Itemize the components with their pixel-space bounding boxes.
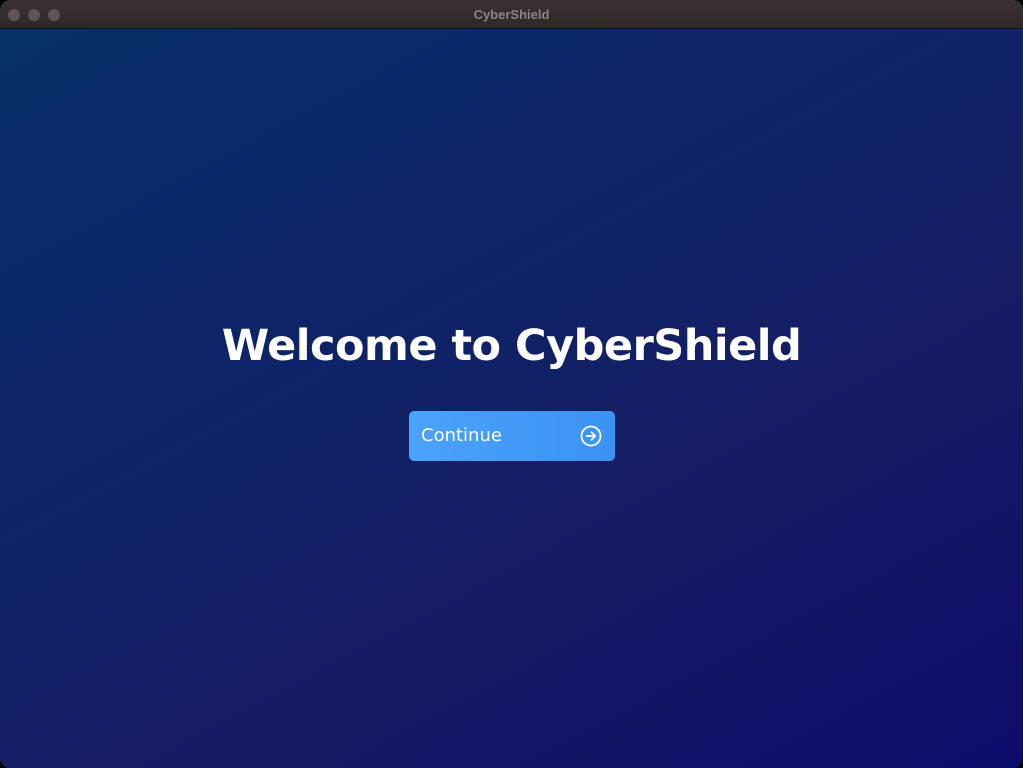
welcome-screen: Welcome to CyberShield Continue (0, 29, 1023, 768)
window-title: CyberShield (473, 7, 550, 22)
welcome-heading: Welcome to CyberShield (221, 321, 802, 371)
continue-button[interactable]: Continue (409, 411, 615, 461)
app-window: CyberShield Welcome to CyberShield Conti… (0, 0, 1023, 768)
title-bar[interactable]: CyberShield (0, 0, 1023, 29)
continue-button-label: Continue (421, 425, 502, 446)
arrow-right-circle-icon (580, 425, 602, 447)
